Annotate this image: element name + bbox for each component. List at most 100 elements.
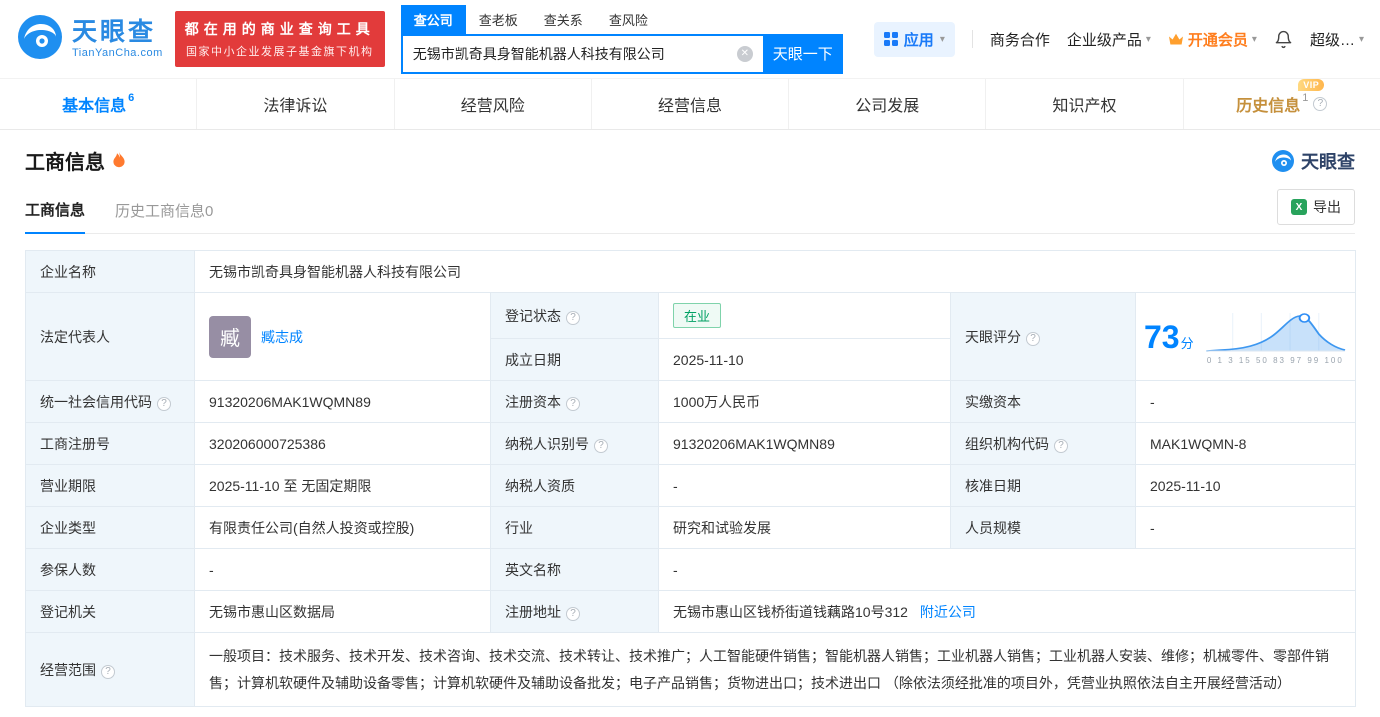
tab-history-info-label: 历史信息 [1236, 98, 1301, 115]
legal-rep-link[interactable]: 臧志成 [261, 327, 303, 347]
menu-cooperation[interactable]: 商务合作 [990, 29, 1050, 50]
top-menu: 应用 ▾ 商务合作 企业级产品 ▾ 开通会员 ▾ 超级… ▾ [873, 21, 1364, 57]
table-row: 经营范围? 一般项目：技术服务、技术开发、技术咨询、技术交流、技术转让、技术推广… [25, 631, 1357, 708]
tab-basic-info[interactable]: 基本信息 6 [0, 79, 198, 129]
tab-company-development-label: 公司发展 [855, 98, 920, 115]
tianyancha-logo[interactable]: 天眼查 TianYanCha.com [16, 13, 163, 66]
clear-icon[interactable]: ✕ [736, 45, 753, 62]
staff-size-value: - [1134, 506, 1357, 549]
paid-capital-label: 实缴资本 [950, 380, 1136, 423]
paid-capital-value: - [1134, 380, 1357, 423]
company-type-value: 有限责任公司(自然人投资或控股) [194, 506, 491, 549]
slogan-badge: 都在用的商业查询工具 国家中小企业发展子基金旗下机构 [174, 11, 385, 67]
taxpayer-id-value: 91320206MAK1WQMN89 [658, 422, 951, 465]
export-button-label: 导出 [1313, 199, 1341, 215]
approval-date-label: 核准日期 [950, 464, 1136, 507]
tab-company-development[interactable]: 公司发展 [789, 79, 987, 129]
chevron-down-icon: ▾ [1145, 33, 1151, 45]
menu-open-vip[interactable]: 开通会员 ▾ [1168, 29, 1257, 50]
apps-menu[interactable]: 应用 ▾ [873, 21, 955, 57]
help-icon[interactable]: ? [566, 396, 580, 411]
org-code-label-text: 组织机构代码 [965, 435, 1049, 452]
org-code-value: MAK1WQMN-8 [1134, 422, 1357, 465]
business-term-value: 2025-11-10 至 无固定期限 [194, 464, 491, 507]
score-value: 73分 0 1 3 15 50 83 97 99 100 [1134, 292, 1357, 381]
divider [971, 30, 973, 48]
table-row: 企业名称 无锡市凯奇具身智能机器人科技有限公司 [25, 250, 1357, 293]
help-icon[interactable]: ? [157, 396, 171, 411]
nearby-companies-link[interactable]: 附近公司 [920, 604, 976, 620]
reg-authority-value: 无锡市惠山区数据局 [194, 590, 491, 633]
taxpayer-quality-value: - [658, 464, 951, 507]
help-icon[interactable]: ? [1313, 97, 1328, 111]
company-type-label: 企业类型 [25, 506, 195, 549]
search-input[interactable] [400, 33, 763, 74]
help-icon[interactable]: ? [566, 310, 580, 325]
reg-capital-value: 1000万人民币 [658, 380, 951, 423]
search-tab-relation[interactable]: 查关系 [531, 5, 596, 34]
status-badge: 在业 [673, 303, 722, 328]
reg-status-label-text: 登记状态 [505, 307, 561, 324]
company-section-tabs: 基本信息 6 法律诉讼 经营风险 经营信息 公司发展 知识产权 历史信息 VIP… [0, 78, 1380, 130]
credit-code-label-text: 统一社会信用代码 [40, 393, 152, 410]
help-icon[interactable]: ? [566, 606, 580, 621]
credit-code-value: 91320206MAK1WQMN89 [194, 380, 491, 423]
watermark-brand: 天眼查 [1301, 151, 1355, 172]
search-tab-risk[interactable]: 查风险 [596, 5, 661, 34]
table-row: 登记机关 无锡市惠山区数据局 注册地址? 无锡市惠山区钱桥街道钱藕路10号312… [25, 590, 1357, 633]
company-name-value: 无锡市凯奇具身智能机器人科技有限公司 [193, 250, 1357, 293]
legal-rep-avatar[interactable]: 臧 [209, 315, 251, 358]
score-number: 73 [1144, 318, 1180, 355]
help-icon[interactable]: ? [101, 664, 115, 679]
menu-enterprise-products[interactable]: 企业级产品 ▾ [1067, 29, 1151, 50]
search-tab-boss[interactable]: 查老板 [466, 5, 531, 34]
export-button[interactable]: X 导出 [1277, 189, 1355, 225]
logo-domain: TianYanCha.com [72, 46, 163, 59]
reg-address-text: 无锡市惠山区钱桥街道钱藕路10号312 [673, 603, 908, 620]
subtab-history-registration[interactable]: 历史工商信息0 [115, 200, 213, 233]
tianyancha-logo-icon [16, 13, 64, 66]
tab-intellectual-property[interactable]: 知识产权 [986, 79, 1184, 129]
staff-size-label: 人员规模 [950, 506, 1136, 549]
tab-legal-proceedings-label: 法律诉讼 [263, 98, 328, 115]
legal-rep-value: 臧 臧志成 [194, 292, 491, 381]
tab-operational-risk-label: 经营风险 [460, 98, 525, 115]
search-tab-company[interactable]: 查公司 [400, 4, 466, 34]
insured-count-value: - [194, 548, 491, 591]
reg-capital-label-text: 注册资本 [505, 393, 561, 410]
subtab-business-registration[interactable]: 工商信息 [25, 199, 86, 234]
table-row: 法定代表人 臧 臧志成 登记状态? 在业 天眼评分? 73分 0 1 3 15 … [25, 292, 1357, 381]
search-button[interactable]: 天眼一下 [762, 33, 843, 74]
business-scope-label: 经营范围? [25, 631, 195, 708]
tab-business-info[interactable]: 经营信息 [592, 79, 790, 129]
hot-icon [112, 152, 126, 169]
menu-super-vip[interactable]: 超级… ▾ [1310, 29, 1364, 50]
search-tabs: 查公司 查老板 查关系 查风险 [400, 4, 843, 34]
reg-address-value: 无锡市惠山区钱桥街道钱藕路10号312 附近公司 [657, 590, 1357, 633]
org-code-label: 组织机构代码? [950, 422, 1136, 465]
tab-legal-proceedings[interactable]: 法律诉讼 [197, 79, 395, 129]
chevron-down-icon: ▾ [1251, 33, 1257, 45]
business-info-table: 企业名称 无锡市凯奇具身智能机器人科技有限公司 法定代表人 臧 臧志成 登记状态… [25, 250, 1357, 708]
help-icon[interactable]: ? [1026, 331, 1040, 346]
tab-business-info-label: 经营信息 [657, 98, 722, 115]
table-row: 参保人数 - 英文名称 - [25, 548, 1357, 591]
help-icon[interactable]: ? [1054, 438, 1068, 453]
industry-value: 研究和试验发展 [658, 506, 951, 549]
score-label: 天眼评分? [950, 292, 1136, 381]
score-axis-ticks: 0 1 3 15 50 83 97 99 100 [1206, 355, 1344, 365]
menu-super-vip-label: 超级… [1309, 31, 1355, 49]
tab-history-info[interactable]: 历史信息 VIP 1 ? [1184, 79, 1380, 129]
business-scope-value: 一般项目：技术服务、技术开发、技术咨询、技术交流、技术转让、技术推广；人工智能硬… [193, 631, 1357, 708]
help-icon[interactable]: ? [594, 438, 608, 453]
notification-bell-icon[interactable] [1274, 30, 1293, 49]
business-term-label: 营业期限 [25, 464, 195, 507]
tab-basic-info-count: 6 [128, 91, 135, 104]
tab-intellectual-property-label: 知识产权 [1052, 98, 1117, 115]
tab-operational-risk[interactable]: 经营风险 [395, 79, 592, 129]
slogan-line2: 国家中小企业发展子基金旗下机构 [186, 46, 374, 58]
menu-enterprise-products-label: 企业级产品 [1066, 31, 1142, 49]
menu-open-vip-label: 开通会员 [1187, 31, 1248, 49]
taxpayer-id-label-text: 纳税人识别号 [505, 435, 589, 452]
business-scope-label-text: 经营范围 [40, 661, 96, 678]
